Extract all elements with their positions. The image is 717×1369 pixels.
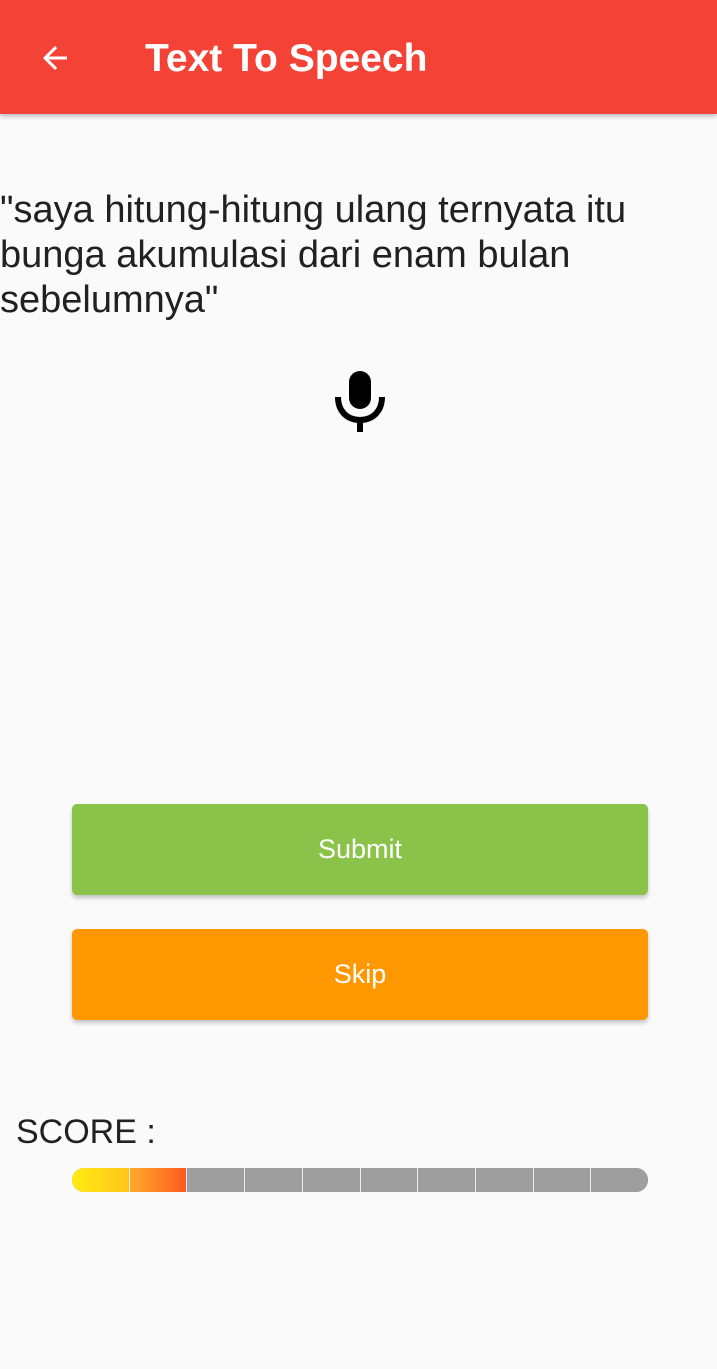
- score-segment: [418, 1168, 476, 1192]
- score-segment: [533, 1168, 592, 1192]
- score-segment: [302, 1168, 361, 1192]
- score-segment: [591, 1168, 648, 1192]
- skip-button[interactable]: Skip: [72, 929, 648, 1020]
- score-progress-bar: [72, 1168, 648, 1192]
- score-segment: [475, 1168, 534, 1192]
- page-title: Text To Speech: [145, 37, 428, 80]
- score-segment: [187, 1168, 246, 1192]
- score-label: SCORE :: [16, 1113, 156, 1151]
- score-segment: [72, 1168, 130, 1192]
- app-bar: Text To Speech: [0, 0, 717, 114]
- score-segment: [129, 1168, 188, 1192]
- submit-button[interactable]: Submit: [72, 804, 648, 895]
- arrow-back-icon: [43, 46, 67, 70]
- score-segment: [245, 1168, 303, 1192]
- microphone-icon: [335, 371, 385, 432]
- back-button[interactable]: [22, 25, 88, 91]
- microphone-button[interactable]: [325, 362, 395, 440]
- score-segment: [360, 1168, 419, 1192]
- prompt-text: "saya hitung-hitung ulang ternyata itu b…: [0, 189, 627, 321]
